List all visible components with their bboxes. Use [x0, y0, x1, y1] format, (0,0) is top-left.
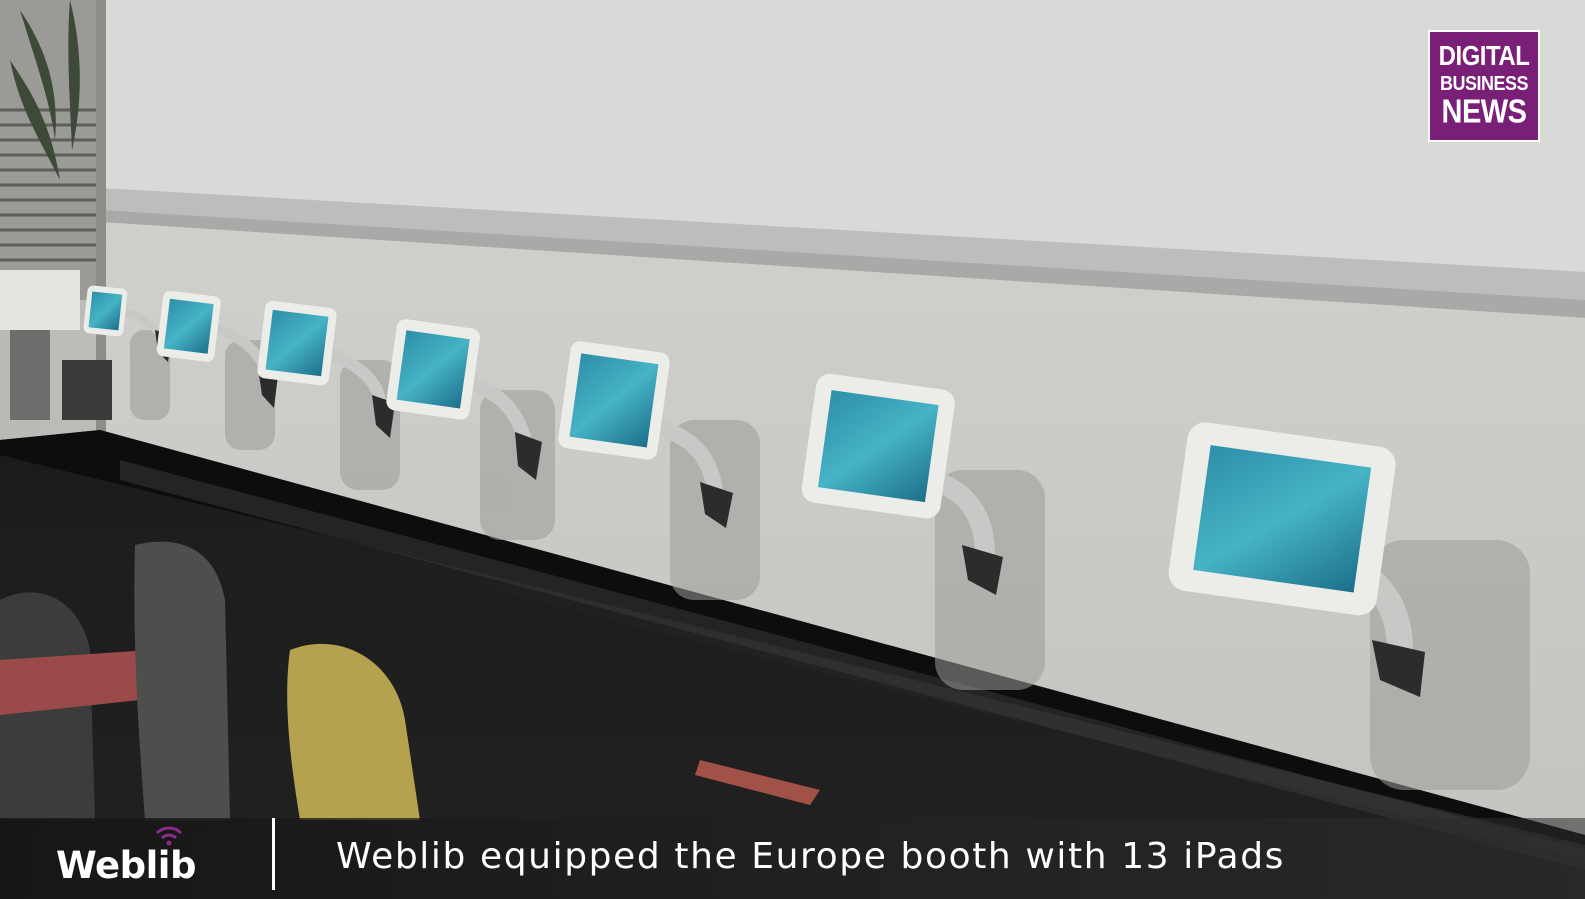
- video-frame: DIGITAL BUSINESS NEWS Weblib Weblib equi…: [0, 0, 1585, 899]
- logo-line-business: BUSINESS: [1439, 71, 1529, 95]
- banner-divider: [272, 818, 275, 890]
- logo-line-digital: DIGITAL: [1438, 40, 1530, 72]
- brand-name: Weblib: [56, 844, 196, 887]
- digital-business-news-logo: DIGITAL BUSINESS NEWS: [1428, 30, 1540, 142]
- logo-line-news: NEWS: [1441, 93, 1528, 131]
- booth-scene: [0, 0, 1585, 899]
- weblib-brand: Weblib: [56, 826, 226, 894]
- wifi-icon: [155, 826, 183, 846]
- caption-text: Weblib equipped the Europe booth with 13…: [336, 836, 1286, 877]
